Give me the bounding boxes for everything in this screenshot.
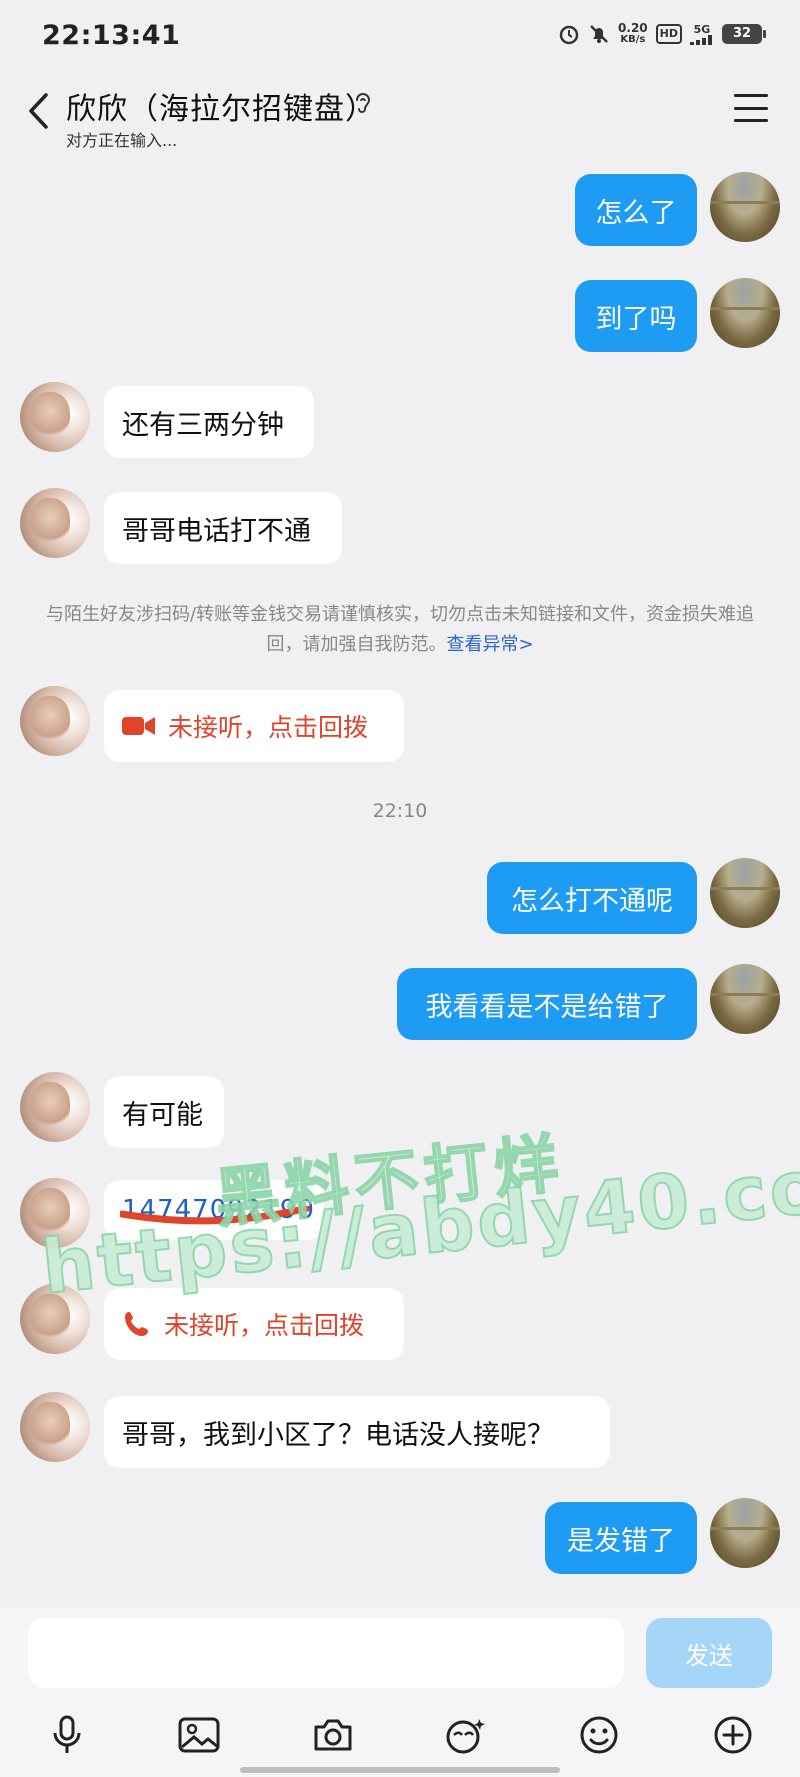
avatar-contact[interactable] bbox=[20, 686, 90, 756]
menu-line bbox=[734, 119, 768, 122]
avatar-self[interactable] bbox=[710, 1498, 780, 1568]
message-text: 哥哥，我到小区了？电话没人接呢？ bbox=[122, 1419, 554, 1451]
ear-icon[interactable] bbox=[352, 90, 374, 118]
missed-call-text: 未接听，点击回拨 bbox=[168, 713, 369, 742]
plus-icon[interactable] bbox=[708, 1710, 758, 1760]
outgoing-message[interactable]: 怎么打不通呢 bbox=[487, 862, 697, 934]
status-bar: 22:13:41 0.20 KB/s HD 5G 32 bbox=[0, 0, 800, 72]
hd-badge: HD bbox=[655, 24, 682, 44]
signal-5g-icon: 5G bbox=[690, 24, 714, 45]
input-toolbar bbox=[0, 1710, 800, 1760]
message-text: 有可能 bbox=[122, 1099, 203, 1131]
message-text: 是发错了 bbox=[567, 1525, 675, 1557]
home-indicator[interactable] bbox=[240, 1767, 560, 1773]
menu-line bbox=[734, 106, 768, 110]
net-speed-value: 0.20 bbox=[618, 21, 648, 35]
missed-call-text: 未接听，点击回拨 bbox=[164, 1311, 365, 1340]
image-icon[interactable] bbox=[174, 1710, 224, 1760]
avatar-self[interactable] bbox=[710, 964, 780, 1034]
menu-button[interactable] bbox=[734, 94, 768, 122]
missed-call-message[interactable]: 未接听，点击回拨 bbox=[104, 690, 404, 762]
incoming-message[interactable]: 有可能 bbox=[104, 1076, 224, 1148]
view-exception-link[interactable]: 查看异常> bbox=[446, 634, 533, 655]
back-button[interactable] bbox=[20, 86, 56, 136]
message-text: 到了吗 bbox=[595, 303, 677, 335]
outgoing-message[interactable]: 我看看是不是给错了 bbox=[397, 968, 697, 1040]
avatar-self[interactable] bbox=[710, 278, 780, 348]
avatar-self[interactable] bbox=[710, 858, 780, 928]
signal-label: 5G bbox=[693, 22, 711, 36]
avatar-self[interactable] bbox=[710, 172, 780, 242]
input-area: 发送 bbox=[0, 1608, 800, 1777]
menu-line bbox=[734, 94, 768, 97]
incoming-message[interactable]: 哥哥电话打不通 bbox=[104, 492, 342, 564]
message-text: 哥哥电话打不通 bbox=[122, 515, 311, 547]
message-text: 还有三两分钟 bbox=[122, 409, 284, 441]
notice-text: 与陌生好友涉扫码/转账等金钱交易请谨慎核实，切勿点击未知链接和文件，资金损失难追… bbox=[45, 604, 755, 655]
message-text: 我看看是不是给错了 bbox=[425, 991, 669, 1023]
incoming-message[interactable]: 还有三两分钟 bbox=[104, 386, 314, 458]
message-input[interactable] bbox=[28, 1618, 624, 1688]
phone-call-icon bbox=[122, 1309, 152, 1339]
incoming-message[interactable]: 哥哥，我到小区了？电话没人接呢？ bbox=[104, 1396, 610, 1468]
outgoing-message[interactable]: 怎么了 bbox=[575, 174, 697, 246]
net-speed-unit: KB/s bbox=[620, 34, 646, 45]
network-speed: 0.20 KB/s bbox=[618, 22, 648, 46]
chevron-left-icon bbox=[29, 93, 48, 129]
outgoing-message[interactable]: 到了吗 bbox=[575, 280, 697, 352]
outgoing-message[interactable]: 是发错了 bbox=[545, 1502, 697, 1574]
send-button[interactable]: 发送 bbox=[646, 1618, 772, 1688]
alarm-icon bbox=[558, 23, 580, 45]
time-divider: 22:10 bbox=[372, 800, 428, 822]
video-call-icon bbox=[122, 714, 156, 738]
emoji-icon[interactable] bbox=[574, 1710, 624, 1760]
typing-status: 对方正在输入... bbox=[66, 131, 178, 150]
camera-icon[interactable] bbox=[308, 1710, 358, 1760]
avatar-contact[interactable] bbox=[20, 488, 90, 558]
status-icons: 0.20 KB/s HD 5G 32 bbox=[558, 22, 766, 46]
battery-icon: 32 bbox=[722, 24, 766, 44]
avatar-contact[interactable] bbox=[20, 382, 90, 452]
chat-header: 欣欣（海拉尔招键盘） 对方正在输入... bbox=[0, 72, 800, 160]
security-notice: 与陌生好友涉扫码/转账等金钱交易请谨慎核实，切勿点击未知链接和文件，资金损失难追… bbox=[36, 600, 764, 660]
avatar-contact[interactable] bbox=[20, 1392, 90, 1462]
message-text: 怎么打不通呢 bbox=[511, 885, 673, 917]
mute-bell-icon bbox=[588, 23, 610, 45]
message-text: 怎么了 bbox=[595, 197, 677, 229]
avatar-contact[interactable] bbox=[20, 1072, 90, 1142]
microphone-icon[interactable] bbox=[42, 1710, 92, 1760]
sticker-icon[interactable] bbox=[440, 1710, 490, 1760]
chat-title[interactable]: 欣欣（海拉尔招键盘） bbox=[66, 84, 376, 128]
status-time: 22:13:41 bbox=[42, 20, 181, 51]
